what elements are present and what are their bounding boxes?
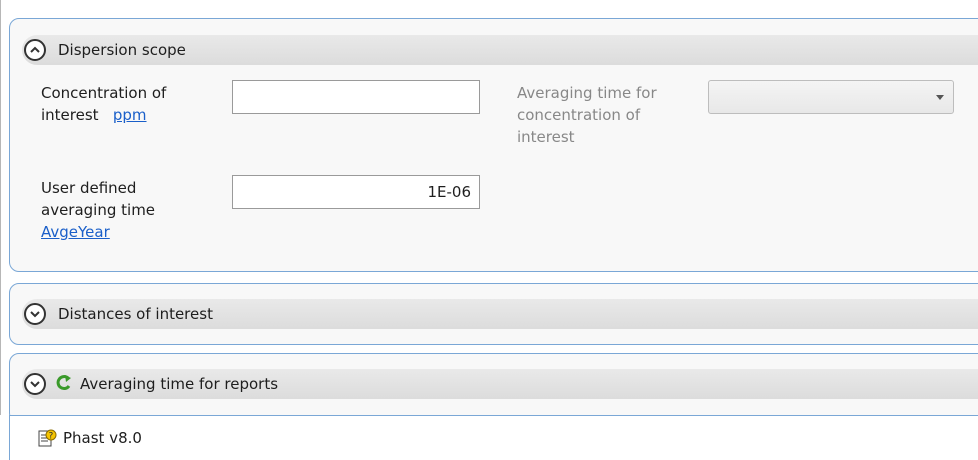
section-title: Distances of interest — [58, 305, 213, 323]
help-document-icon: ? — [38, 429, 57, 447]
distances-panel: Distances of interest — [9, 283, 978, 345]
left-divider — [0, 0, 1, 415]
section-title: Averaging time for reports — [80, 375, 279, 393]
chevron-up-icon — [30, 46, 40, 53]
user-avg-unit-link[interactable]: AvgeYear — [41, 221, 155, 243]
expand-toggle[interactable] — [24, 303, 46, 325]
concentration-input[interactable] — [232, 80, 480, 114]
averaging-time-dropdown[interactable] — [708, 80, 954, 114]
chevron-down-icon — [30, 381, 40, 388]
expand-toggle[interactable] — [24, 373, 46, 395]
status-bar: ? Phast v8.0 — [9, 415, 978, 460]
collapse-toggle[interactable] — [24, 39, 46, 61]
averaging-time-label: Averaging time for concentration of inte… — [517, 84, 657, 146]
concentration-label: Concentration of interest ppm — [41, 84, 167, 124]
section-title: Dispersion scope — [58, 41, 186, 59]
dispersion-scope-header[interactable]: Dispersion scope — [22, 35, 978, 65]
chevron-down-icon — [30, 311, 40, 318]
refresh-icon — [56, 375, 71, 391]
svg-text:?: ? — [49, 432, 54, 442]
dispersion-scope-panel: Dispersion scope Concentration of intere… — [9, 18, 978, 272]
concentration-unit-link[interactable]: ppm — [113, 106, 147, 124]
dropdown-arrow-icon — [936, 95, 944, 100]
user-avg-label: User defined averaging time AvgeYear — [41, 179, 156, 243]
user-avg-input[interactable] — [232, 175, 480, 209]
reports-header[interactable]: Averaging time for reports — [22, 369, 978, 399]
distances-header[interactable]: Distances of interest — [22, 299, 978, 329]
reports-panel: Averaging time for reports — [9, 353, 978, 423]
app-name: Phast v8.0 — [63, 429, 142, 447]
